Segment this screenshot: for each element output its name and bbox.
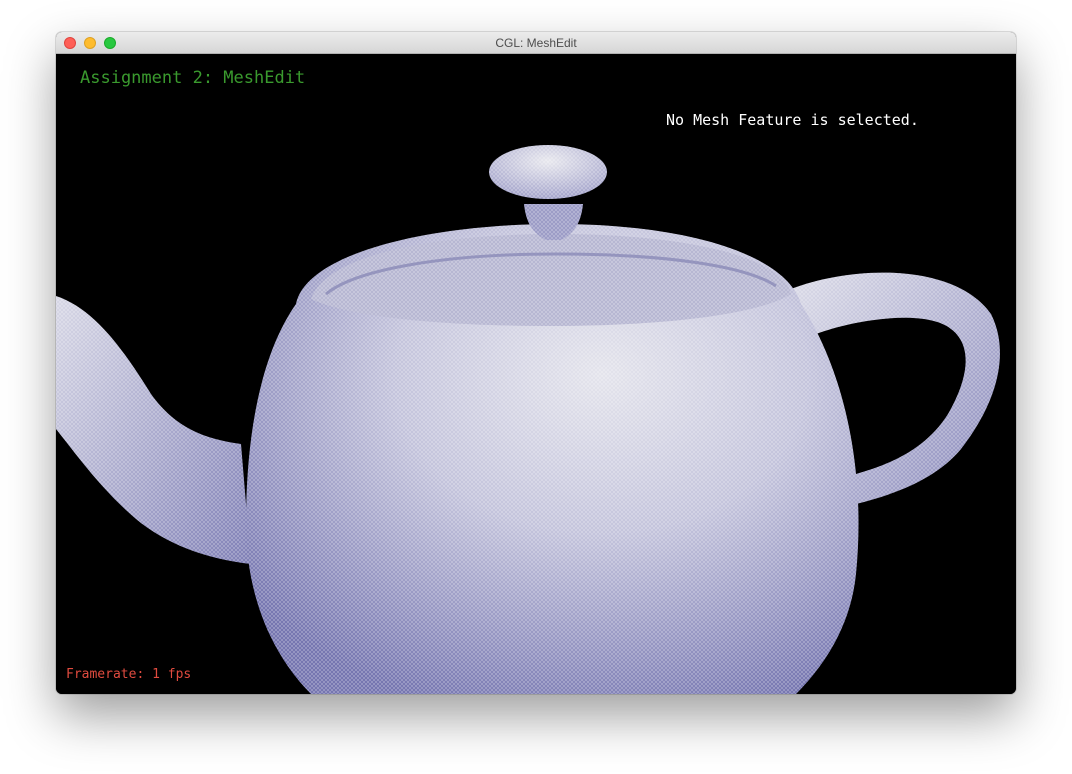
window-title: CGL: MeshEdit: [495, 36, 577, 50]
framerate-readout: Framerate: 1 fps: [66, 667, 192, 682]
assignment-title: Assignment 2: MeshEdit: [80, 68, 306, 88]
teapot-mesh[interactable]: [56, 54, 1016, 694]
teapot-body: [246, 224, 859, 694]
title-bar[interactable]: CGL: MeshEdit: [56, 32, 1016, 54]
selection-status: No Mesh Feature is selected.: [666, 111, 919, 129]
render-viewport[interactable]: Assignment 2: MeshEdit No Mesh Feature i…: [56, 54, 1016, 694]
app-window: CGL: MeshEdit Assignment 2: MeshEdit No …: [56, 32, 1016, 694]
teapot-spout: [56, 296, 251, 564]
